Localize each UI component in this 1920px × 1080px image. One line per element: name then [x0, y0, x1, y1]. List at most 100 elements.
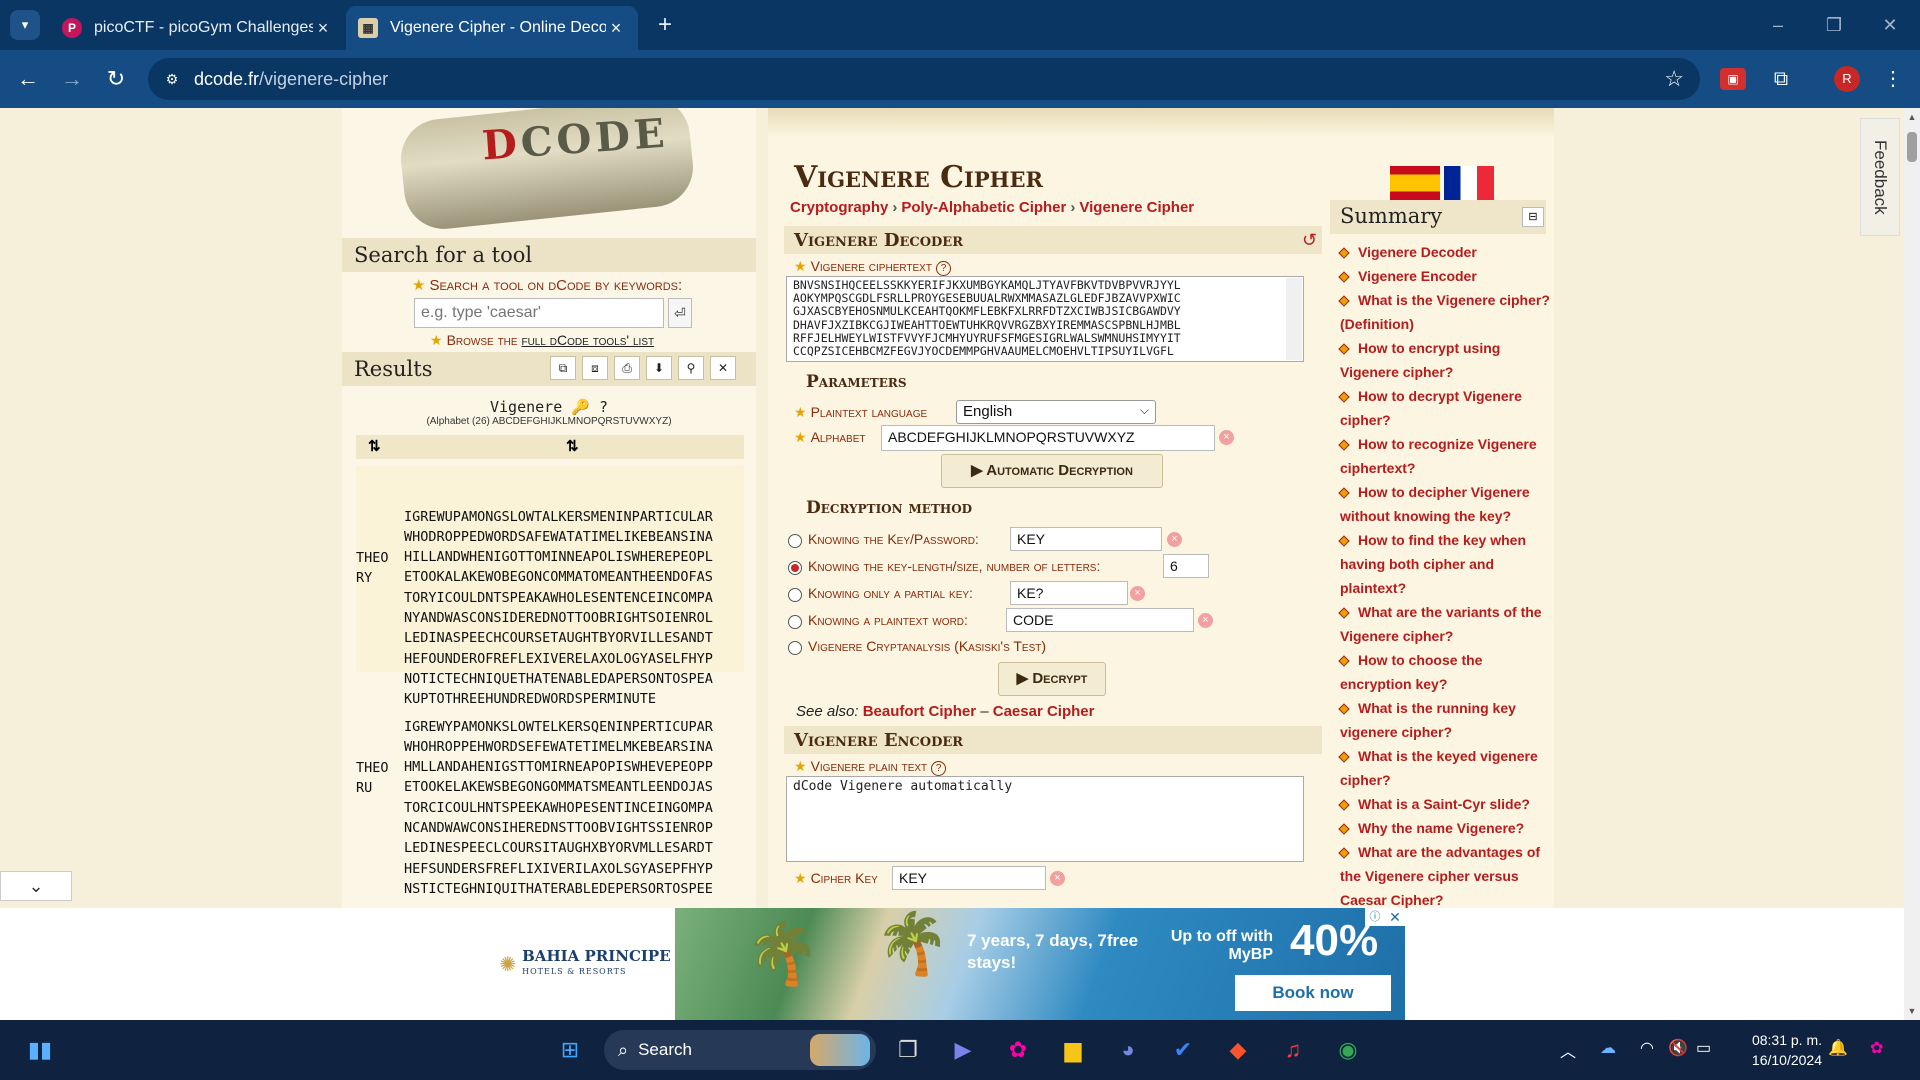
ciphertext-input[interactable]: BNVSNSIHQCEELSSKKYERIFJKXUMBGYKAMQLJTYAV… — [786, 276, 1304, 362]
summary-item[interactable]: What is a Saint-Cyr slide? — [1338, 792, 1554, 816]
reset-icon[interactable]: ↺ — [1302, 230, 1317, 251]
back-button[interactable]: ← — [12, 63, 44, 95]
wifi-icon[interactable]: ◠ — [1640, 1038, 1654, 1058]
automatic-decryption-button[interactable]: ▶ Automatic Decryption — [941, 454, 1163, 488]
tab-search-button[interactable]: ▾ — [10, 10, 40, 40]
close-results-icon[interactable]: ✕ — [710, 356, 736, 380]
profile-avatar[interactable]: R — [1834, 66, 1860, 92]
help-icon[interactable]: ? — [931, 761, 947, 776]
print-icon[interactable]: ⎙ — [614, 356, 640, 380]
summary-item[interactable]: What is the running key vigenere cipher? — [1338, 696, 1554, 744]
plaintext-input[interactable]: dCode Vigenere automatically — [786, 776, 1304, 862]
summary-item[interactable]: What are the advantages of the Vigenere … — [1338, 840, 1554, 908]
bookmark-star-icon[interactable]: ☆ — [1664, 66, 1684, 92]
teams-icon[interactable]: ▶ — [945, 1032, 981, 1068]
cipher-key-input[interactable]: KEY — [892, 866, 1046, 890]
ad-info-icon[interactable]: ⓘ — [1365, 908, 1385, 926]
spanish-flag-icon[interactable] — [1390, 166, 1440, 200]
clear-partial-key-icon[interactable]: × — [1130, 586, 1145, 601]
extensions-puzzle-icon[interactable]: ⧉ — [1766, 64, 1796, 94]
music-icon[interactable]: ♫ — [1275, 1032, 1311, 1068]
reload-button[interactable]: ↻ — [100, 63, 132, 95]
key-input[interactable]: KEY — [1010, 527, 1162, 551]
tab-vigenere[interactable]: ▦ Vigenere Cipher - Online Decod × — [346, 6, 638, 50]
new-tab-button[interactable]: + — [650, 10, 680, 40]
onedrive-icon[interactable]: ☁ — [1600, 1038, 1616, 1058]
copilot-tray-icon[interactable]: ✿ — [1870, 1038, 1883, 1058]
summary-item[interactable]: How to choose the encryption key? — [1338, 648, 1554, 696]
volume-muted-icon[interactable]: 🔇 — [1668, 1038, 1688, 1058]
summary-item[interactable]: How to find the key when having both cip… — [1338, 528, 1554, 600]
clear-alphabet-icon[interactable]: × — [1219, 430, 1234, 445]
decrypt-button[interactable]: ▶ Decrypt — [998, 662, 1106, 696]
page-scrollbar[interactable]: ▲ ▼ — [1904, 108, 1920, 1020]
system-clock[interactable]: 08:31 p. m. 16/10/2024 — [1722, 1030, 1822, 1070]
ad-close-icon[interactable]: ✕ — [1385, 908, 1405, 926]
scrollbar-thumb[interactable] — [1907, 132, 1917, 162]
clear-key-icon[interactable]: × — [1167, 532, 1182, 547]
task-view-icon[interactable]: ❐ — [890, 1032, 926, 1068]
menu-kebab-icon[interactable]: ⋮ — [1878, 64, 1908, 94]
method-key-radio[interactable] — [788, 534, 802, 548]
site-info-icon[interactable]: ⚙ — [160, 67, 184, 91]
summary-item[interactable]: How to decipher Vigenere without knowing… — [1338, 480, 1554, 528]
beaufort-cipher-link[interactable]: Beaufort Cipher — [863, 703, 976, 720]
sort-key-icon[interactable]: ⇅ — [368, 437, 381, 455]
summary-item[interactable]: Why the name Vigenere? — [1338, 816, 1554, 840]
plaintext-language-select[interactable]: English ⌵ — [956, 400, 1156, 424]
summary-item[interactable]: How to decrypt Vigenere cipher? — [1338, 384, 1554, 432]
result-row[interactable]: THEO RU IGREWYPAMONKSLOWTELKERSQENINPERTI… — [356, 676, 744, 908]
copilot-icon[interactable]: ✿ — [1000, 1032, 1036, 1068]
close-window-button[interactable]: ✕ — [1870, 10, 1910, 40]
tab-picoctf[interactable]: P picoCTF - picoGym Challenges × — [50, 6, 345, 50]
pin-icon[interactable]: ⚲ — [678, 356, 704, 380]
search-submit-button[interactable]: ⏎ — [668, 298, 692, 328]
summary-item[interactable]: What are the variants of the Vigenere ci… — [1338, 600, 1554, 648]
summary-item[interactable]: How to encrypt using Vigenere cipher? — [1338, 336, 1554, 384]
start-menu-icon[interactable]: ⊞ — [552, 1032, 588, 1068]
help-icon[interactable]: ? — [935, 261, 951, 276]
method-plaintext-word-radio[interactable] — [788, 615, 802, 629]
french-flag-icon[interactable] — [1444, 166, 1494, 200]
clear-plaintext-word-icon[interactable]: × — [1198, 613, 1213, 628]
forward-button[interactable]: → — [56, 63, 88, 95]
tool-search-input[interactable] — [414, 298, 664, 328]
show-hidden-icons[interactable]: ︿ — [1560, 1038, 1576, 1062]
restore-button[interactable]: ❐ — [1814, 10, 1854, 40]
minimize-button[interactable]: – — [1758, 10, 1798, 40]
feedback-tab[interactable]: Feedback — [1860, 118, 1900, 236]
close-tab-icon[interactable]: × — [606, 18, 626, 39]
caesar-cipher-link[interactable]: Caesar Cipher — [993, 703, 1095, 720]
advertisement[interactable]: ✺ BAHIA PRINCIPE HOTELS & RESORTS 🌴 🌴 7 y… — [495, 908, 1405, 1020]
summary-item[interactable]: What is the Vigenere cipher? (Definition… — [1338, 288, 1554, 336]
extension-icon[interactable]: ▣ — [1720, 68, 1746, 90]
clear-cipher-key-icon[interactable]: × — [1050, 871, 1065, 886]
discord-icon[interactable]: ◕ — [1110, 1032, 1146, 1068]
copy-all-icon[interactable]: ⧈ — [582, 356, 608, 380]
download-icon[interactable]: ⬇ — [646, 356, 672, 380]
method-partial-key-radio[interactable] — [788, 588, 802, 602]
scroll-down-icon[interactable]: ▼ — [1904, 1006, 1920, 1016]
copy-icon[interactable]: ⧉ — [550, 356, 576, 380]
collapse-chevron-icon[interactable]: ⌄ — [0, 871, 72, 901]
summary-item[interactable]: Vigenere Encoder — [1338, 264, 1554, 288]
chrome-icon[interactable]: ◉ — [1330, 1032, 1366, 1068]
breadcrumb-cryptography[interactable]: Cryptography — [790, 199, 888, 216]
brave-icon[interactable]: ◆ — [1220, 1032, 1256, 1068]
battery-icon[interactable]: ▭ — [1696, 1038, 1711, 1058]
summary-item[interactable]: What is the keyed vigenere cipher? — [1338, 744, 1554, 792]
breadcrumb-vigenere[interactable]: Vigenere Cipher — [1079, 199, 1194, 216]
close-tab-icon[interactable]: × — [313, 18, 333, 39]
todo-icon[interactable]: ✔ — [1165, 1032, 1201, 1068]
taskbar-search[interactable]: ⌕ Search — [604, 1030, 876, 1070]
address-bar[interactable]: ⚙ dcode.fr/vigenere-cipher ☆ — [148, 58, 1700, 100]
notifications-icon[interactable]: 🔔 — [1828, 1038, 1848, 1058]
breadcrumb-polyalphabetic[interactable]: Poly-Alphabetic Cipher — [901, 199, 1066, 216]
ciphertext-scrollbar[interactable] — [1286, 278, 1302, 360]
key-length-input[interactable]: 6 — [1163, 554, 1209, 578]
full-tools-list-link[interactable]: full dCode tools' list — [521, 332, 654, 348]
alphabet-input[interactable]: ABCDEFGHIJKLMNOPQRSTUVWXYZ — [881, 425, 1215, 451]
scroll-up-icon[interactable]: ▲ — [1904, 112, 1920, 122]
method-key-length-radio[interactable] — [788, 561, 802, 575]
url-text[interactable]: dcode.fr/vigenere-cipher — [194, 69, 388, 90]
